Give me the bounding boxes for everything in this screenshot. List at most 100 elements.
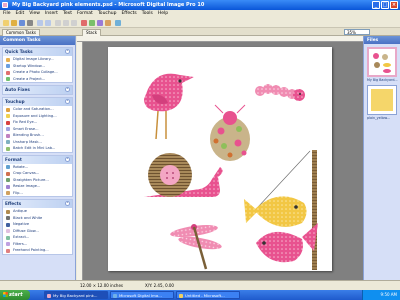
clock[interactable]: 9:50 AM <box>381 292 397 297</box>
section-title-format[interactable]: Format ˄ <box>3 155 72 164</box>
ladybug-sticker[interactable] <box>210 104 250 161</box>
section-title-auto-fixes[interactable]: Auto Fixes ˅ <box>3 86 72 94</box>
select-icon[interactable] <box>115 20 121 26</box>
title-bar: My Big Backyard pink elements.psd - Micr… <box>0 0 400 10</box>
task-flip[interactable]: Flip... <box>3 190 72 197</box>
ribbon-sticker[interactable] <box>312 150 317 270</box>
app-icon <box>113 293 117 298</box>
section-title-label: Auto Fixes <box>5 87 30 92</box>
app-icon <box>179 293 183 298</box>
section-title-touchup[interactable]: Touchup ˄ <box>3 98 72 106</box>
system-tray: 9:50 AM <box>362 290 400 300</box>
section-title-label: Quick Tasks <box>5 49 33 54</box>
undo-icon[interactable] <box>37 20 43 26</box>
taskbar-button-label: My Big Backyard pink... <box>53 293 98 298</box>
app-icon <box>2 2 8 8</box>
zoom-field[interactable]: 35% <box>344 29 370 35</box>
black-white-icon <box>6 216 10 220</box>
section-auto-fixes: Auto Fixes ˅ <box>2 85 73 95</box>
section-quick-tasks: Quick Tasks ˄ Digital Image Library... St… <box>2 47 73 83</box>
open-icon[interactable] <box>11 20 17 26</box>
app-icon <box>47 293 51 298</box>
menu-tools[interactable]: Tools <box>142 10 153 18</box>
yellow-swatch <box>371 89 393 111</box>
filters-icon <box>6 242 10 246</box>
new-icon[interactable] <box>3 20 9 26</box>
library-icon <box>6 57 10 62</box>
task-label: Negative <box>13 222 30 226</box>
menu-edit[interactable]: Edit <box>16 10 25 18</box>
expand-icon[interactable]: ˅ <box>65 87 70 92</box>
task-label: Diffuse Glow... <box>13 228 39 233</box>
minimize-button[interactable]: _ <box>372 1 380 9</box>
red-eye-icon <box>6 120 10 125</box>
snail-sticker[interactable] <box>144 153 223 197</box>
status-bar: 12.00 × 12.00 inches X/Y: 2.45, 0.00 <box>0 280 400 290</box>
tab-stack[interactable]: Stack <box>82 29 102 36</box>
task-label: Create a Project... <box>13 76 46 81</box>
section-title-effects[interactable]: Effects ˄ <box>3 200 72 208</box>
task-label: Antique <box>13 209 27 213</box>
start-button[interactable]: start <box>0 290 30 300</box>
tab-common-tasks[interactable]: Common Tasks <box>2 29 41 36</box>
windows-logo-icon <box>3 292 8 297</box>
taskbar-button[interactable]: Untitled - Microsoft... <box>176 291 240 299</box>
collapse-icon[interactable]: ˄ <box>65 156 70 162</box>
menu-text[interactable]: Text <box>63 10 72 18</box>
close-button[interactable]: × <box>390 1 398 9</box>
files-panel: Files My Big Backyard... plain_yellow... <box>363 36 400 280</box>
resize-icon <box>6 184 10 189</box>
window-title: My Big Backyard pink elements.psd - Micr… <box>12 2 205 8</box>
painting-icon <box>6 248 10 253</box>
collage-icon <box>6 70 10 75</box>
pink-fish-sticker[interactable] <box>256 223 318 263</box>
canvas-area[interactable] <box>77 36 363 280</box>
collapse-icon[interactable]: ˄ <box>65 201 70 206</box>
redo-icon[interactable] <box>45 20 51 26</box>
menu-format[interactable]: Format <box>77 10 93 18</box>
task-create-project[interactable]: Create a Project... <box>3 76 72 83</box>
taskbar-button[interactable]: My Big Backyard pink... <box>44 291 108 299</box>
exposure-icon <box>6 114 10 118</box>
task-label: Fix Red Eye... <box>13 120 38 124</box>
menu-touchup[interactable]: Touchup <box>98 10 117 18</box>
file-thumbnail[interactable] <box>367 47 397 77</box>
menu-help[interactable]: Help <box>158 10 168 18</box>
antique-icon <box>6 209 10 214</box>
task-label: Smart Erase... <box>13 126 39 131</box>
shapes-icon[interactable] <box>97 20 103 26</box>
file-thumbnail[interactable] <box>367 85 397 115</box>
print-icon[interactable] <box>27 20 33 26</box>
dragonfly-sticker[interactable] <box>170 223 223 270</box>
caterpillar-sticker[interactable] <box>255 84 305 101</box>
yellow-fish-sticker[interactable] <box>244 196 307 227</box>
crop-icon <box>6 171 10 176</box>
menu-file[interactable]: File <box>3 10 11 18</box>
cut-icon[interactable] <box>55 20 61 26</box>
menu-insert[interactable]: Insert <box>45 10 58 18</box>
task-freehand-painting[interactable]: Freehand Painting... <box>3 247 72 254</box>
task-batch-edit[interactable]: Batch Edit in Mini Lab... <box>3 145 72 152</box>
crop-icon[interactable] <box>81 20 87 26</box>
file-caption: plain_yellow... <box>367 116 391 120</box>
save-icon[interactable] <box>19 20 25 26</box>
collapse-icon[interactable]: ˄ <box>65 99 70 104</box>
bird-sticker[interactable] <box>144 73 194 140</box>
text-tool-icon[interactable] <box>89 20 95 26</box>
paste-icon[interactable] <box>71 20 77 26</box>
collapse-icon[interactable]: ˄ <box>65 49 70 54</box>
window-icon <box>6 64 10 68</box>
image-canvas[interactable] <box>108 47 332 271</box>
copy-icon[interactable] <box>63 20 69 26</box>
straighten-icon <box>6 178 10 182</box>
negative-icon <box>6 222 10 227</box>
taskbar-button[interactable]: Microsoft Digital Ima... <box>110 291 174 299</box>
brush-icon[interactable] <box>105 20 111 26</box>
section-title-quick-tasks[interactable]: Quick Tasks ˄ <box>3 48 72 56</box>
maximize-button[interactable]: □ <box>381 1 389 9</box>
taskbar: start My Big Backyard pink... Microsoft … <box>0 290 400 300</box>
menu-effects[interactable]: Effects <box>121 10 136 18</box>
task-label: Filters... <box>13 241 28 246</box>
app-window: My Big Backyard pink elements.psd - Micr… <box>0 0 400 290</box>
menu-view[interactable]: View <box>29 10 40 18</box>
